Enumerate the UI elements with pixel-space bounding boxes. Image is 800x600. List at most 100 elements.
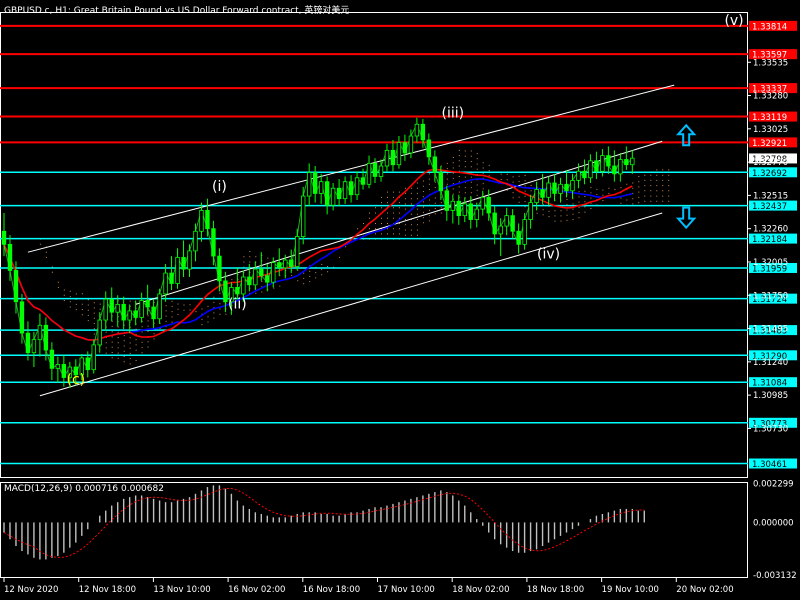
candle-body <box>372 163 378 177</box>
candle-body <box>528 202 533 220</box>
support-level-tag-label: 1.32184 <box>752 235 787 245</box>
candle-body <box>163 272 168 295</box>
y-tick-label: 1.32005 <box>753 258 788 268</box>
candle-body <box>498 225 503 235</box>
candle-body <box>115 303 120 313</box>
candle-body <box>61 364 67 378</box>
y-tick-label: 1.31495 <box>753 325 788 335</box>
wave-label: (i) <box>212 179 227 195</box>
candle-body <box>7 243 13 271</box>
candle-body <box>516 230 521 245</box>
macd-y-tick-label: 0.002299 <box>753 480 794 490</box>
candle-body <box>564 183 569 192</box>
candle-body <box>211 228 216 257</box>
support-level-tag-label: 1.30461 <box>752 460 787 470</box>
candle-body <box>348 181 354 196</box>
candle-body <box>546 182 551 198</box>
candle-body <box>19 301 25 334</box>
candle-body <box>91 344 96 371</box>
candle-body <box>193 230 198 252</box>
candle-body <box>85 357 90 371</box>
candle-body <box>199 210 204 232</box>
candle-body <box>312 172 318 194</box>
candle-body <box>600 155 605 172</box>
candle-body <box>360 177 366 185</box>
support-level-tag-label: 1.31084 <box>752 379 787 389</box>
candle-body <box>408 135 414 154</box>
candle-body <box>582 170 587 179</box>
y-tick-label: 1.33535 <box>753 58 788 68</box>
candle-body <box>289 259 294 267</box>
candle-body <box>318 181 324 194</box>
y-tick-label: 1.30985 <box>753 391 788 401</box>
candle-body <box>277 262 282 269</box>
resistance-level-tag-label: 1.33814 <box>752 22 787 32</box>
candle-body <box>492 212 497 235</box>
candle-body <box>336 187 342 200</box>
candle-body <box>43 324 49 351</box>
candle-body <box>306 172 312 197</box>
candle-body <box>1 230 7 245</box>
candle-body <box>235 287 240 295</box>
candle-body <box>241 276 246 295</box>
candle-body <box>175 257 180 284</box>
x-tick-label: 17 Nov 10:00 <box>378 585 435 595</box>
candle-body <box>139 300 144 318</box>
x-tick-label: 18 Nov 02:00 <box>452 585 509 595</box>
x-tick-label: 16 Nov 02:00 <box>228 585 285 595</box>
candle-body <box>31 339 37 354</box>
main-frame <box>0 12 748 478</box>
candle-body <box>25 332 31 354</box>
candle-body <box>97 319 102 346</box>
candle-body <box>283 259 288 269</box>
candle-body <box>456 200 461 217</box>
candle-body <box>480 196 485 210</box>
candle-body <box>426 139 432 158</box>
wave-label: (iv) <box>537 247 560 263</box>
x-tick-label: 12 Nov 2020 <box>4 585 58 595</box>
candle-body <box>618 159 623 175</box>
candle-body <box>384 149 390 167</box>
candle-body <box>630 157 635 166</box>
wave-label: (iii) <box>442 106 465 122</box>
candle-body <box>187 250 192 270</box>
x-tick-label: 13 Nov 10:00 <box>153 585 210 595</box>
candle-body <box>606 155 611 167</box>
y-tick-label: 1.32770 <box>753 158 788 168</box>
candle-body <box>612 165 617 175</box>
candle-body <box>121 303 126 321</box>
candle <box>91 339 96 374</box>
candle-body <box>468 203 473 220</box>
y-tick-label: 1.30730 <box>753 424 788 434</box>
candle-body <box>510 215 515 232</box>
candle-body <box>300 195 306 237</box>
candle-body <box>330 187 336 206</box>
candle-body <box>576 170 581 181</box>
candle-body <box>181 257 186 270</box>
candle-body <box>378 165 384 177</box>
candle-body <box>205 210 210 230</box>
macd-frame <box>0 482 748 578</box>
y-tick-label: 1.32260 <box>753 225 788 235</box>
candle-body <box>522 219 527 245</box>
candle-body <box>324 181 330 206</box>
wave-label: (ii) <box>228 296 247 312</box>
x-tick-label: 16 Nov 18:00 <box>303 585 360 595</box>
candle-body <box>217 255 222 282</box>
candle-body <box>354 177 360 196</box>
candle-body <box>450 200 455 211</box>
candle-body <box>157 293 162 320</box>
candle-body <box>570 179 575 192</box>
candle-body <box>247 276 252 286</box>
candle-body <box>342 181 348 200</box>
candle-body <box>414 123 420 137</box>
candle-body <box>145 300 150 308</box>
candle-body <box>37 324 43 341</box>
macd-y-tick-label: 0.000000 <box>753 518 794 528</box>
candle-body <box>55 364 61 369</box>
candle-body <box>127 310 132 321</box>
support-level-tag-label: 1.32437 <box>752 202 787 212</box>
x-tick-label: 18 Nov 18:00 <box>527 585 584 595</box>
candle-body <box>253 268 258 286</box>
candle-body <box>396 142 402 166</box>
